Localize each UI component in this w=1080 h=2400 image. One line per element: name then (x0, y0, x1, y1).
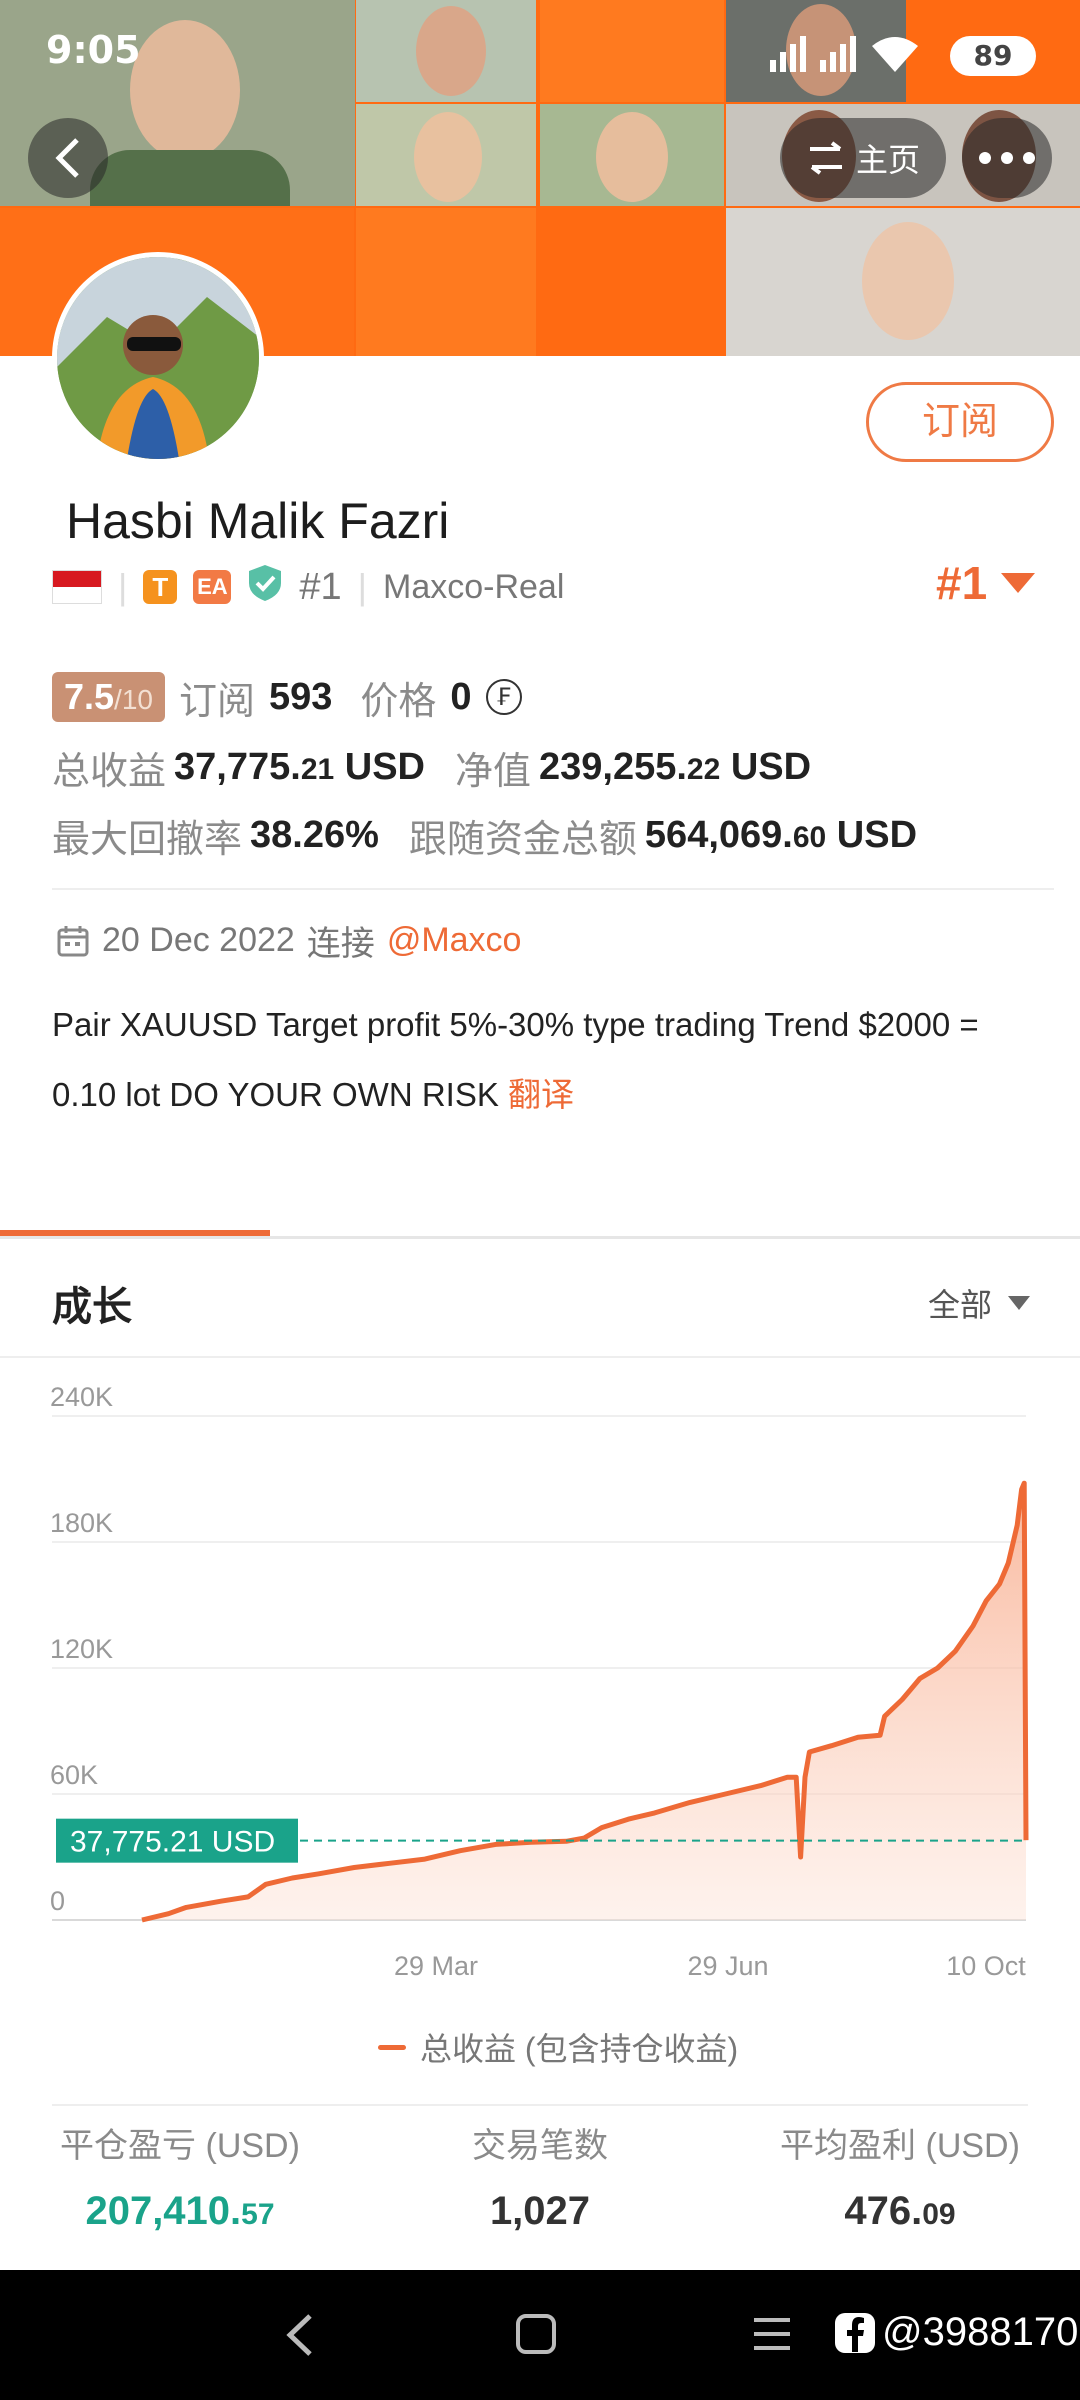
badge-ea: EA (193, 570, 232, 604)
chart-legend: 总收益 (包含持仓收益) (378, 2024, 738, 2070)
broker-link[interactable]: @Maxco (387, 921, 522, 960)
subscriber-count: 593 (269, 675, 333, 718)
legend-label: 总收益 (包含持仓收益) (420, 2031, 739, 2067)
indonesia-flag-icon (52, 570, 102, 604)
total-profit: 37,775.21 USD (174, 745, 425, 788)
growth-chart-svg: 240K 180K 120K 60K 0 29 Mar 29 Jun 10 Oct 37,7… (50, 1382, 1029, 1981)
y-tick-label: 0 (50, 1886, 65, 1916)
verified-shield-icon (247, 563, 283, 612)
rank-label: #1 (299, 565, 342, 608)
summary-stats: 平仓盈亏 (USD) 207,410.57 交易笔数 1,027 平均盈利 (U… (0, 2118, 1080, 2268)
signal-wifi-icons (770, 34, 930, 74)
divider (52, 888, 1054, 890)
score-row: 7.5/10 订阅 593 价格 0 ₣ (52, 670, 522, 724)
more-dots-icon (979, 152, 1035, 164)
badge-t: T (143, 570, 178, 604)
y-tick-label: 180K (50, 1508, 113, 1538)
coin-icon: ₣ (485, 679, 522, 715)
system-nav-bar: @3988170 (0, 2270, 1080, 2400)
avatar (52, 252, 264, 464)
y-tick-label: 60K (50, 1760, 98, 1790)
x-tick-label: 10 Oct (946, 1951, 1026, 1980)
follow-funds: 564,069.60 USD (644, 813, 918, 856)
home-label: 主页 (855, 142, 920, 178)
trade-count-stat: 交易笔数 1,027 (472, 2127, 608, 2233)
signal-description: Pair XAUUSD Target profit 5%-30% type tr… (52, 1006, 979, 1113)
y-tick-label: 120K (50, 1634, 113, 1664)
more-button[interactable] (962, 118, 1052, 198)
subscribe-button[interactable]: 订阅 (866, 382, 1054, 462)
growth-filter-dropdown[interactable]: 全部 (928, 1280, 1031, 1326)
score-badge: 7.5/10 (52, 672, 165, 722)
x-tick-label: 29 Mar (394, 1951, 478, 1980)
facebook-icon (835, 2312, 875, 2353)
closed-pnl-stat: 平仓盈亏 (USD) 207,410.57 (60, 2127, 300, 2233)
growth-chart: 240K 180K 120K 60K 0 29 Mar 29 Jun 10 Oct 37,7… (0, 1350, 1080, 1981)
price-value: 0 (450, 675, 472, 718)
chevron-left-icon (55, 138, 79, 178)
growth-title: 成长 (52, 1285, 132, 1329)
equity-value: 239,255.22 USD (539, 745, 812, 788)
calendar-icon (57, 925, 89, 956)
rank-right-label: #1 (936, 557, 988, 609)
translate-link[interactable]: 翻译 (508, 1076, 574, 1113)
status-time: 9:05 (46, 28, 141, 72)
back-button[interactable] (28, 118, 108, 198)
home-button[interactable]: 主页 (780, 118, 946, 198)
max-drawdown: 38.26% (250, 813, 379, 856)
drawdown-row: 最大回撤率 38.26% 跟随资金总额 564,069.60 USD (52, 813, 918, 861)
y-tick-label: 240K (50, 1382, 113, 1412)
status-bar: 9:05 89 (0, 0, 1080, 110)
banner-photo (726, 208, 1080, 356)
x-tick-label: 29 Jun (687, 1951, 768, 1980)
legend-swatch (378, 2044, 406, 2050)
badges-row: | T EA #1 | Maxco-Real (52, 562, 564, 612)
banner-photo (356, 104, 536, 206)
connect-row: 20 Dec 2022 连接 @Maxco (56, 916, 521, 965)
triangle-down-icon (1001, 573, 1036, 593)
avg-profit-stat: 平均盈利 (USD) 476.09 (780, 2127, 1020, 2233)
battery-indicator: 89 (950, 36, 1036, 76)
nav-home-icon[interactable] (514, 2312, 558, 2356)
server-name: Maxco-Real (383, 567, 565, 606)
watermark: @3988170 (834, 2310, 1078, 2355)
trader-name: Hasbi Malik Fazri (66, 493, 450, 549)
nav-recents-icon[interactable] (750, 2314, 794, 2354)
current-profit-label: 37,775.21 USD (70, 1826, 275, 1859)
rank-dropdown[interactable]: #1 (936, 556, 1036, 610)
tab-bar: 图表 评分 订阅 订单 (0, 1120, 1080, 2315)
switch-icon (809, 141, 842, 175)
connect-date: 20 Dec 2022 (102, 921, 295, 959)
profit-row: 总收益 37,775.21 USD 净值 239,255.22 USD (52, 745, 812, 793)
nav-back-icon[interactable] (280, 2312, 320, 2358)
triangle-down-icon (1008, 1296, 1031, 1310)
banner-photo (540, 104, 724, 206)
